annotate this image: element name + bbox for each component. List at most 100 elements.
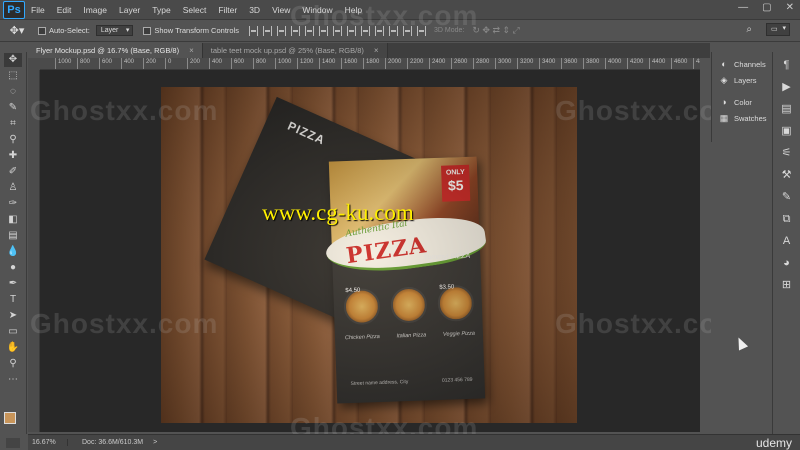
properties-icon[interactable]: ▣ xyxy=(779,124,795,138)
ruler-tick: 1000 xyxy=(274,58,292,69)
menu-select[interactable]: Select xyxy=(177,5,213,15)
healing-brush-icon[interactable]: ✚ xyxy=(4,149,22,163)
maximize-button[interactable]: ▢ xyxy=(762,2,771,13)
ghost-watermark: Ghostxx.com xyxy=(30,308,219,339)
close-button[interactable]: ✕ xyxy=(786,2,794,13)
contact-phone: 0123 456 789 xyxy=(441,376,473,384)
align-vcenter-icon[interactable] xyxy=(263,25,272,36)
align-top-icon[interactable] xyxy=(249,25,258,36)
menu-edit[interactable]: Edit xyxy=(51,5,78,15)
foreground-color[interactable] xyxy=(4,412,16,424)
slice-1: $4.50 xyxy=(343,288,381,326)
move-tool-icon[interactable]: ✥ xyxy=(4,53,22,67)
tab-table-mockup[interactable]: table teet mock up.psd @ 25% (Base, RGB/… xyxy=(202,43,388,58)
menu-file[interactable]: File xyxy=(25,5,51,15)
minimize-button[interactable]: — xyxy=(738,2,748,13)
channels-icon: ◐ xyxy=(721,59,727,69)
3d-orbit-icon[interactable]: ↻ ✥ ⇄ ⇕ ⤢ xyxy=(472,25,519,36)
brush-settings-icon[interactable]: ⚒ xyxy=(779,168,795,182)
auto-select-dropdown[interactable]: Layer xyxy=(95,25,134,36)
ruler-tick: 1000 xyxy=(54,58,72,69)
status-menu-icon[interactable]: > xyxy=(153,439,157,446)
tool-presets-icon[interactable]: ✎ xyxy=(779,190,795,204)
pizza-headline: PIZZA xyxy=(344,232,429,270)
pen-tool-icon[interactable]: ✒ xyxy=(4,277,22,291)
show-transform-checkbox[interactable]: Show Transform Controls xyxy=(143,26,239,35)
type-tool-icon[interactable]: T xyxy=(4,293,22,307)
color-label: Color xyxy=(734,97,752,107)
channels-panel-button[interactable]: ◐ Channels xyxy=(712,56,771,72)
menu-layer[interactable]: Layer xyxy=(113,5,146,15)
ruler-tick: 400 xyxy=(208,58,223,69)
front-flyer[interactable]: ONLY $5 Authentic Ital PIZZA Yummy! PIZZ… xyxy=(323,156,489,404)
auto-select-check-box[interactable] xyxy=(38,26,46,35)
eyedropper-tool-icon[interactable]: ⚲ xyxy=(4,133,22,147)
swatches-panel-button[interactable]: ▦ Swatches xyxy=(712,110,771,126)
character-icon[interactable]: A xyxy=(779,234,795,248)
ruler-tick: 200 xyxy=(186,58,201,69)
tab-flyer-mockup[interactable]: Flyer Mockup.psd @ 16.7% (Base, RGB/8) × xyxy=(28,43,203,58)
horizontal-ruler[interactable]: 1000 800 600 400 200 0 200 400 600 800 1000 1200 140… xyxy=(40,58,700,70)
history-icon[interactable]: ▤ xyxy=(779,102,795,116)
tab-label: Flyer Mockup.psd @ 16.7% (Base, RGB/8) xyxy=(36,46,180,55)
price-label: $5 xyxy=(447,176,464,194)
menu-image[interactable]: Image xyxy=(77,5,113,15)
quick-select-tool-icon[interactable]: ✎ xyxy=(4,101,22,115)
close-icon[interactable]: × xyxy=(189,46,194,55)
align-bottom-icon[interactable] xyxy=(277,25,286,36)
ruler-tick: 0 xyxy=(164,58,172,69)
show-transform-check-box[interactable] xyxy=(143,26,152,35)
lasso-tool-icon[interactable]: ◌ xyxy=(4,85,22,99)
zoom-level[interactable]: 16.67% xyxy=(28,439,68,446)
navigator-icon[interactable]: ⊞ xyxy=(779,278,795,292)
dodge-tool-icon[interactable]: ● xyxy=(4,261,22,275)
ruler-tick: 2600 xyxy=(450,58,468,69)
clone-stamp-icon[interactable]: ♙ xyxy=(4,181,22,195)
color-icon: ◑ xyxy=(721,97,727,107)
zoom-tool-icon[interactable]: ⚲ xyxy=(4,357,22,371)
layers-icon: ◈ xyxy=(720,75,728,85)
menu-filter[interactable]: Filter xyxy=(212,5,243,15)
blur-tool-icon[interactable]: 💧 xyxy=(4,245,22,259)
history-brush-icon[interactable]: ✑ xyxy=(4,197,22,211)
close-icon[interactable]: × xyxy=(374,46,379,55)
swatches-label: Swatches xyxy=(734,113,767,123)
ruler-tick: 800 xyxy=(252,58,267,69)
brush-tool-icon[interactable]: ✐ xyxy=(4,165,22,179)
gradient-tool-icon[interactable]: ▤ xyxy=(4,229,22,243)
quick-mask-icon[interactable] xyxy=(6,438,20,448)
ruler-tick: 3200 xyxy=(516,58,534,69)
marquee-tool-icon[interactable]: ⬚ xyxy=(4,69,22,83)
move-tool-preset-icon[interactable]: ✥▾ xyxy=(4,22,30,40)
slice-label: Chicken Pizza xyxy=(344,333,380,342)
panel-area xyxy=(711,142,771,432)
clone-source-icon[interactable]: ⧉ xyxy=(779,212,795,226)
path-select-icon[interactable]: ➤ xyxy=(4,309,22,323)
layers-panel-button[interactable]: ◈ Layers xyxy=(712,72,771,88)
menu-3d[interactable]: 3D xyxy=(243,5,266,15)
ruler-tick: 1600 xyxy=(340,58,358,69)
show-transform-label: Show Transform Controls xyxy=(154,26,239,35)
workspace-dropdown[interactable]: ▭ xyxy=(766,23,790,36)
ruler-tick: 1800 xyxy=(362,58,380,69)
paragraph-icon[interactable]: ¶ xyxy=(779,58,795,72)
styles-icon[interactable]: ◕ xyxy=(779,256,795,270)
menu-type[interactable]: Type xyxy=(146,5,176,15)
tab-label: table teet mock up.psd @ 25% (Base, RGB/… xyxy=(210,46,364,55)
auto-select-checkbox[interactable]: Auto-Select: xyxy=(38,26,90,35)
more-tools-icon[interactable]: ⋯ xyxy=(4,373,22,387)
hand-tool-icon[interactable]: ✋ xyxy=(4,341,22,355)
ruler-tick: 800 xyxy=(76,58,91,69)
eraser-tool-icon[interactable]: ◧ xyxy=(4,213,22,227)
color-swatches[interactable] xyxy=(4,412,24,432)
shape-tool-icon[interactable]: ▭ xyxy=(4,325,22,339)
document-canvas[interactable]: PIZZA ONLY $5 Authentic Ital PIZZA Yummy… xyxy=(161,87,577,423)
crop-tool-icon[interactable]: ⌗ xyxy=(4,117,22,131)
color-panel-button[interactable]: ◑ Color xyxy=(712,94,771,110)
slice-label: Italian Pizza xyxy=(396,332,427,340)
adjustments-icon[interactable]: ⚟ xyxy=(779,146,795,160)
ruler-tick: 2400 xyxy=(428,58,446,69)
search-icon[interactable]: ⌕ xyxy=(746,24,752,35)
doc-size[interactable]: Doc: 36.6M/610.3M xyxy=(68,439,143,446)
play-actions-icon[interactable]: ▶ xyxy=(779,80,795,94)
